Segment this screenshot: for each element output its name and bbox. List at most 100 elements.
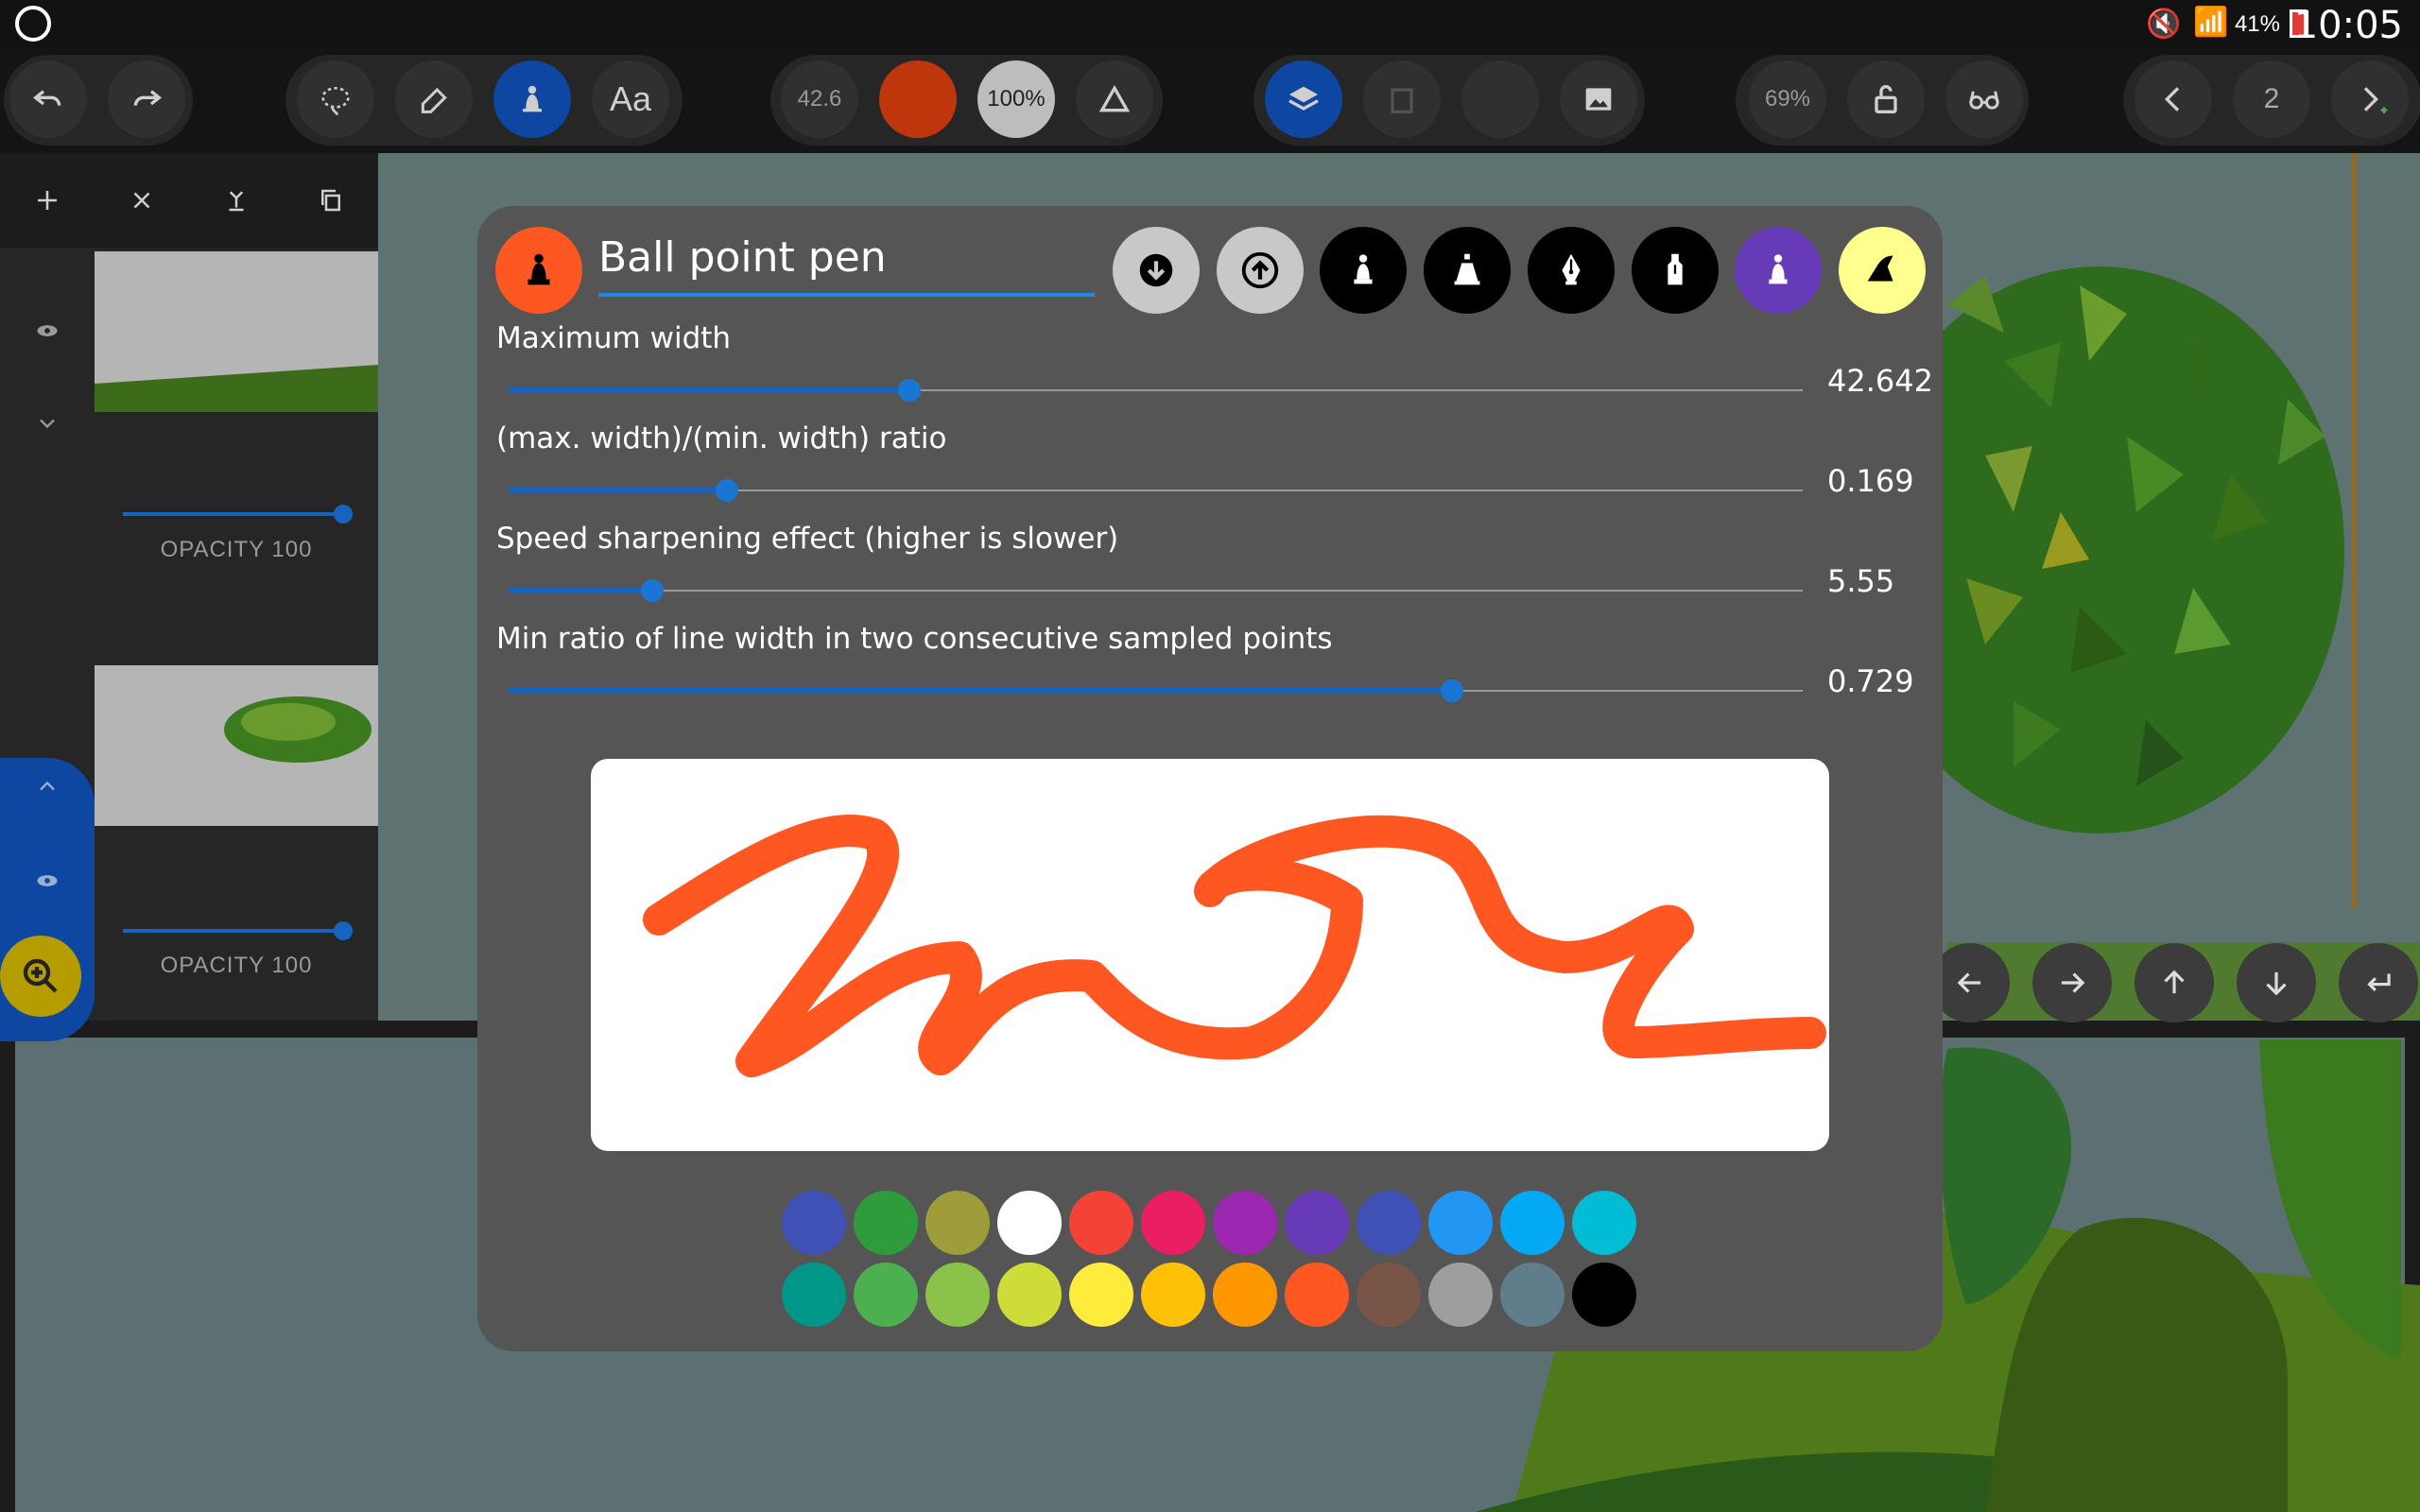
color-swatch[interactable]: [925, 1191, 990, 1255]
color-swatch[interactable]: [1572, 1263, 1636, 1327]
pen-name-field[interactable]: Ball point pen: [598, 227, 1090, 289]
layer-1-visibility-toggle[interactable]: [28, 312, 66, 350]
reading-mode-button[interactable]: [1945, 60, 2023, 138]
pen-tool-button[interactable]: [493, 60, 571, 138]
redo-button[interactable]: [108, 60, 185, 138]
color-swatch[interactable]: [1069, 1191, 1133, 1255]
color-swatch[interactable]: [1141, 1263, 1205, 1327]
add-layer-button[interactable]: [26, 180, 68, 221]
preset-marker-button[interactable]: [1424, 227, 1511, 314]
move-down-button[interactable]: [2237, 943, 2316, 1022]
layers-button[interactable]: [1265, 60, 1342, 138]
preset-ballpen-button[interactable]: [1320, 227, 1407, 314]
layers-panel: OPACITY 100 OPACITY 100: [0, 153, 378, 1041]
color-swatch[interactable]: [1141, 1191, 1205, 1255]
color-swatch[interactable]: [1285, 1263, 1349, 1327]
layer-1-opacity-slider[interactable]: [123, 505, 353, 524]
speed-sharpening-slider-fill: [508, 588, 653, 593]
max-width-label: Maximum width: [496, 321, 732, 355]
color-swatch[interactable]: [1213, 1263, 1277, 1327]
lock-button[interactable]: [1847, 60, 1925, 138]
speed-sharpening-slider-thumb[interactable]: [641, 579, 665, 602]
zoom-level-button[interactable]: 69%: [1749, 60, 1826, 138]
enter-button[interactable]: [2339, 943, 2418, 1022]
arrow-left-icon: [1957, 972, 1981, 993]
plus-icon: [38, 191, 57, 210]
copy-layer-button[interactable]: [1363, 60, 1441, 138]
wifi-icon: 📶: [2193, 7, 2229, 38]
lasso-select-button[interactable]: [297, 60, 374, 138]
preset-highlighter-button[interactable]: [1839, 227, 1926, 314]
color-swatch[interactable]: [1285, 1191, 1349, 1255]
layer-2-opacity-slider[interactable]: [123, 921, 353, 940]
color-swatch[interactable]: [1069, 1263, 1133, 1327]
preset-pencil-button[interactable]: [1735, 227, 1822, 314]
layers-panel-actions: [0, 153, 378, 248]
max-width-slider-thumb[interactable]: [897, 379, 921, 402]
preset-fountain-pen-button[interactable]: [1528, 227, 1615, 314]
min-ratio-slider-thumb[interactable]: [1440, 679, 1463, 702]
delete-layer-button[interactable]: [121, 180, 163, 221]
color-swatch[interactable]: [997, 1191, 1062, 1255]
min-ratio-slider[interactable]: [508, 679, 1803, 702]
next-page-button[interactable]: [2331, 60, 2409, 138]
preview-stroke: [643, 815, 1826, 1077]
move-up-button[interactable]: [2135, 943, 2214, 1022]
duplicate-layer-button[interactable]: [310, 180, 352, 221]
merge-down-button[interactable]: [216, 180, 257, 221]
max-width-slider[interactable]: [508, 379, 1803, 402]
min-ratio-value: 0.729: [1827, 663, 1914, 699]
highlighter-icon: [1867, 255, 1893, 282]
color-swatch[interactable]: [854, 1191, 918, 1255]
mute-icon: 🔇: [2146, 9, 2182, 40]
color-swatch[interactable]: [1357, 1263, 1421, 1327]
export-pen-button[interactable]: [1217, 227, 1304, 314]
current-pen-icon-button[interactable]: [495, 227, 582, 314]
text-tool-button[interactable]: Aa: [592, 60, 669, 138]
layer-1-thumbnail[interactable]: [95, 251, 378, 412]
color-swatch[interactable]: [997, 1263, 1062, 1327]
layer-1-move-down-button[interactable]: [28, 404, 66, 442]
page-number[interactable]: 2: [2233, 60, 2310, 138]
color-swatch[interactable]: [1428, 1191, 1493, 1255]
width-ratio-slider[interactable]: [508, 479, 1803, 502]
stroke-preview: [591, 759, 1829, 1151]
width-ratio-slider-thumb[interactable]: [715, 479, 738, 502]
color-swatch[interactable]: [1500, 1191, 1564, 1255]
color-swatch[interactable]: [1572, 1191, 1636, 1255]
eraser-button[interactable]: [395, 60, 473, 138]
opacity-button[interactable]: 100%: [977, 60, 1055, 138]
ballpen-icon: [1354, 254, 1373, 284]
layer-2-thumbnail[interactable]: [95, 665, 378, 826]
zoom-button[interactable]: [0, 936, 81, 1017]
color-swatch[interactable]: [854, 1263, 918, 1327]
pen-name-underline: [598, 293, 1095, 297]
undo-icon: [32, 90, 61, 106]
layer-2-move-up-button[interactable]: [28, 767, 66, 805]
undo-button[interactable]: [9, 60, 87, 138]
pen-size-button[interactable]: 42.6: [781, 60, 858, 138]
speed-sharpening-slider[interactable]: [508, 579, 1803, 602]
blank-tool-button[interactable]: [1461, 60, 1539, 138]
color-swatch[interactable]: [782, 1191, 846, 1255]
color-swatch[interactable]: [925, 1263, 990, 1327]
eraser-icon: [421, 87, 447, 113]
import-pen-button[interactable]: [1113, 227, 1200, 314]
preset-calligraphy-pen-button[interactable]: [1632, 227, 1719, 314]
width-ratio-slider-fill: [508, 488, 727, 493]
triangle-icon: [1098, 84, 1131, 112]
previous-page-button[interactable]: [2135, 60, 2212, 138]
pen-color-button[interactable]: [879, 60, 957, 138]
color-swatch[interactable]: [1500, 1263, 1564, 1327]
color-swatch[interactable]: [1213, 1191, 1277, 1255]
color-swatch[interactable]: [1357, 1191, 1421, 1255]
redo-icon: [133, 90, 163, 106]
layer-2-visibility-toggle[interactable]: [28, 862, 66, 900]
move-right-button[interactable]: [2032, 943, 2112, 1022]
shape-button[interactable]: [1076, 60, 1153, 138]
insert-image-button[interactable]: [1560, 60, 1637, 138]
color-swatch[interactable]: [1428, 1263, 1493, 1327]
chevron-right-icon: [2363, 87, 2388, 113]
color-swatch[interactable]: [782, 1263, 846, 1327]
download-icon: [1139, 253, 1173, 287]
